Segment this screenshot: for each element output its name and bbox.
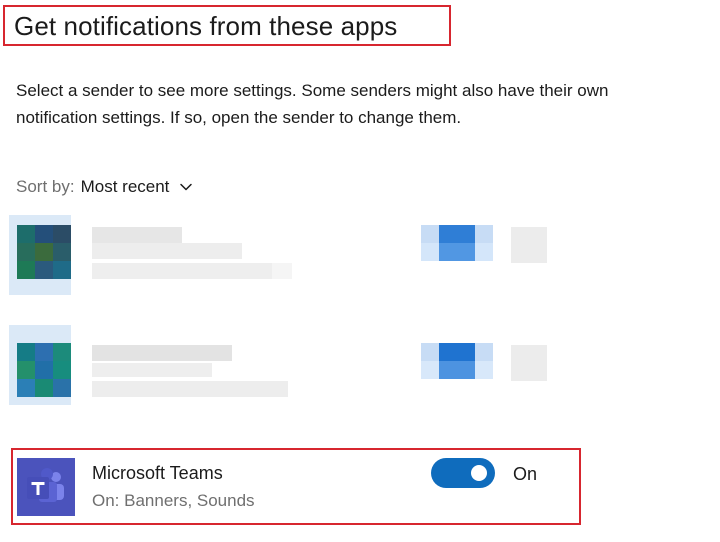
teams-icon [17, 458, 75, 516]
sort-dropdown[interactable]: Sort by: Most recent [16, 175, 193, 199]
notifications-toggle[interactable] [431, 458, 495, 488]
settings-description: Select a sender to see more settings. So… [16, 81, 609, 127]
list-item-microsoft-teams[interactable] [11, 448, 581, 525]
list-item-redacted-app-2[interactable] [0, 325, 600, 405]
app-name: Microsoft Teams [92, 463, 223, 483]
app-notification-detail: On: Banners, Sounds [92, 491, 255, 510]
notification-settings-panel: Get notifications from these apps Select… [0, 0, 720, 542]
chevron-down-icon [180, 183, 193, 191]
list-item-redacted-app-1[interactable] [0, 215, 600, 295]
page-title: Get notifications from these apps [14, 11, 398, 41]
teams-logo-svg [17, 458, 75, 516]
toggle-knob [471, 465, 487, 481]
sort-label: Sort by: [16, 177, 75, 196]
sort-value: Most recent [80, 177, 170, 196]
toggle-state-label: On [513, 464, 538, 484]
